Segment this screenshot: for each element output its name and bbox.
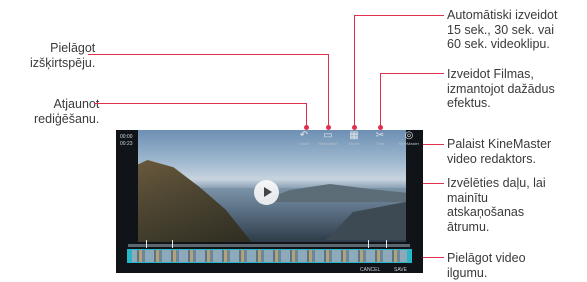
callout-kinemaster-line1: Palaist KineMaster xyxy=(447,137,552,151)
video-filmstrip[interactable] xyxy=(127,249,412,263)
callout-kinemaster-line2: video redaktors. xyxy=(447,151,536,166)
callout-auto-create-line2: 15 sek., 30 sek. vai xyxy=(447,22,555,37)
callout-duration: Pielāgot video ilgumu. xyxy=(447,251,526,280)
callout-resolution-line1: Pielāgot xyxy=(50,41,96,55)
callout-resolution-leader-v xyxy=(328,54,329,127)
time-current: 00:00 xyxy=(120,134,133,140)
speed-marker-end[interactable] xyxy=(386,240,387,248)
save-button[interactable]: SAVE xyxy=(394,267,407,273)
callout-auto-create-leader-v xyxy=(354,15,355,127)
speed-marker-right[interactable] xyxy=(368,240,369,248)
callout-undo-leader-v xyxy=(306,103,307,127)
trim-handle-right[interactable] xyxy=(407,249,412,263)
callout-movie-line1: Izveidot Filmas, xyxy=(447,67,534,81)
callout-undo-line2: rediģēšanu. xyxy=(34,111,100,126)
callout-speed-line2: mainītu xyxy=(447,190,488,205)
callout-speed-line1: Izvēlēties daļu, lai xyxy=(447,176,546,190)
callout-undo: Atjaunot rediģēšanu. xyxy=(34,97,99,126)
trim-handle-left[interactable] xyxy=(127,249,132,263)
undo-label: Undo xyxy=(299,141,309,146)
trim-icon: ✂ xyxy=(375,130,385,141)
kinemaster-label: KineMaster xyxy=(398,141,420,146)
speed-marker-start[interactable] xyxy=(146,240,147,248)
callout-movie-leader-v xyxy=(380,73,381,127)
callout-auto-create-leader xyxy=(354,15,444,16)
callout-speed: Izvēlēties daļu, lai mainītu atskaņošana… xyxy=(447,176,546,234)
play-button[interactable] xyxy=(254,180,279,205)
speed-marker-mid[interactable] xyxy=(172,240,173,248)
callout-resolution-line2: izšķirtspēju. xyxy=(30,55,96,70)
kinemaster-icon: ◎ xyxy=(404,130,414,141)
video-editor-screen: 00:00 00:23 ↶ Undo ▭ Resolution ▦ Movie … xyxy=(116,130,423,273)
resolution-button[interactable]: ▭ Resolution xyxy=(316,130,340,146)
movie-label: Movie xyxy=(348,141,360,146)
callout-auto-create-line3: 60 sek. videoklipu. xyxy=(447,37,550,51)
callout-movie-leader xyxy=(380,73,444,74)
callout-duration-line1: Pielāgot video xyxy=(447,251,526,265)
callout-resolution: Pielāgot izšķirtspēju. xyxy=(30,41,95,70)
callout-movie-line2: izmantojot dažādus xyxy=(447,81,555,96)
cancel-button[interactable]: CANCEL xyxy=(360,267,380,273)
callout-speed-line4: ātrumu. xyxy=(447,219,490,234)
callout-undo-leader xyxy=(94,103,306,104)
callout-speed-line3: atskaņošanas xyxy=(447,205,525,219)
callout-auto-create-line1: Automātiski izveidot xyxy=(447,8,558,22)
resolution-label: Resolution xyxy=(318,141,338,146)
resolution-icon: ▭ xyxy=(323,130,333,141)
time-total: 00:23 xyxy=(120,141,133,147)
undo-icon: ↶ xyxy=(299,130,309,141)
film-icon: ▦ xyxy=(349,130,359,141)
callout-resolution-leader xyxy=(88,54,328,55)
callout-duration-line2: ilgumu. xyxy=(447,265,488,280)
kinemaster-button[interactable]: ◎ KineMaster xyxy=(397,130,421,146)
callout-auto-create: Automātiski izveidot 15 sek., 30 sek. va… xyxy=(447,8,557,52)
callout-movie: Izveidot Filmas, izmantojot dažādus efek… xyxy=(447,67,555,111)
trim-button[interactable]: ✂ Trim xyxy=(368,130,392,146)
callout-kinemaster: Palaist KineMaster video redaktors. xyxy=(447,137,551,166)
callout-undo-line1: Atjaunot xyxy=(53,97,100,111)
movie-button[interactable]: ▦ Movie xyxy=(342,130,366,146)
callout-movie-line3: efektus. xyxy=(447,96,491,110)
trim-label: Trim xyxy=(376,141,384,146)
undo-button[interactable]: ↶ Undo xyxy=(292,130,316,146)
